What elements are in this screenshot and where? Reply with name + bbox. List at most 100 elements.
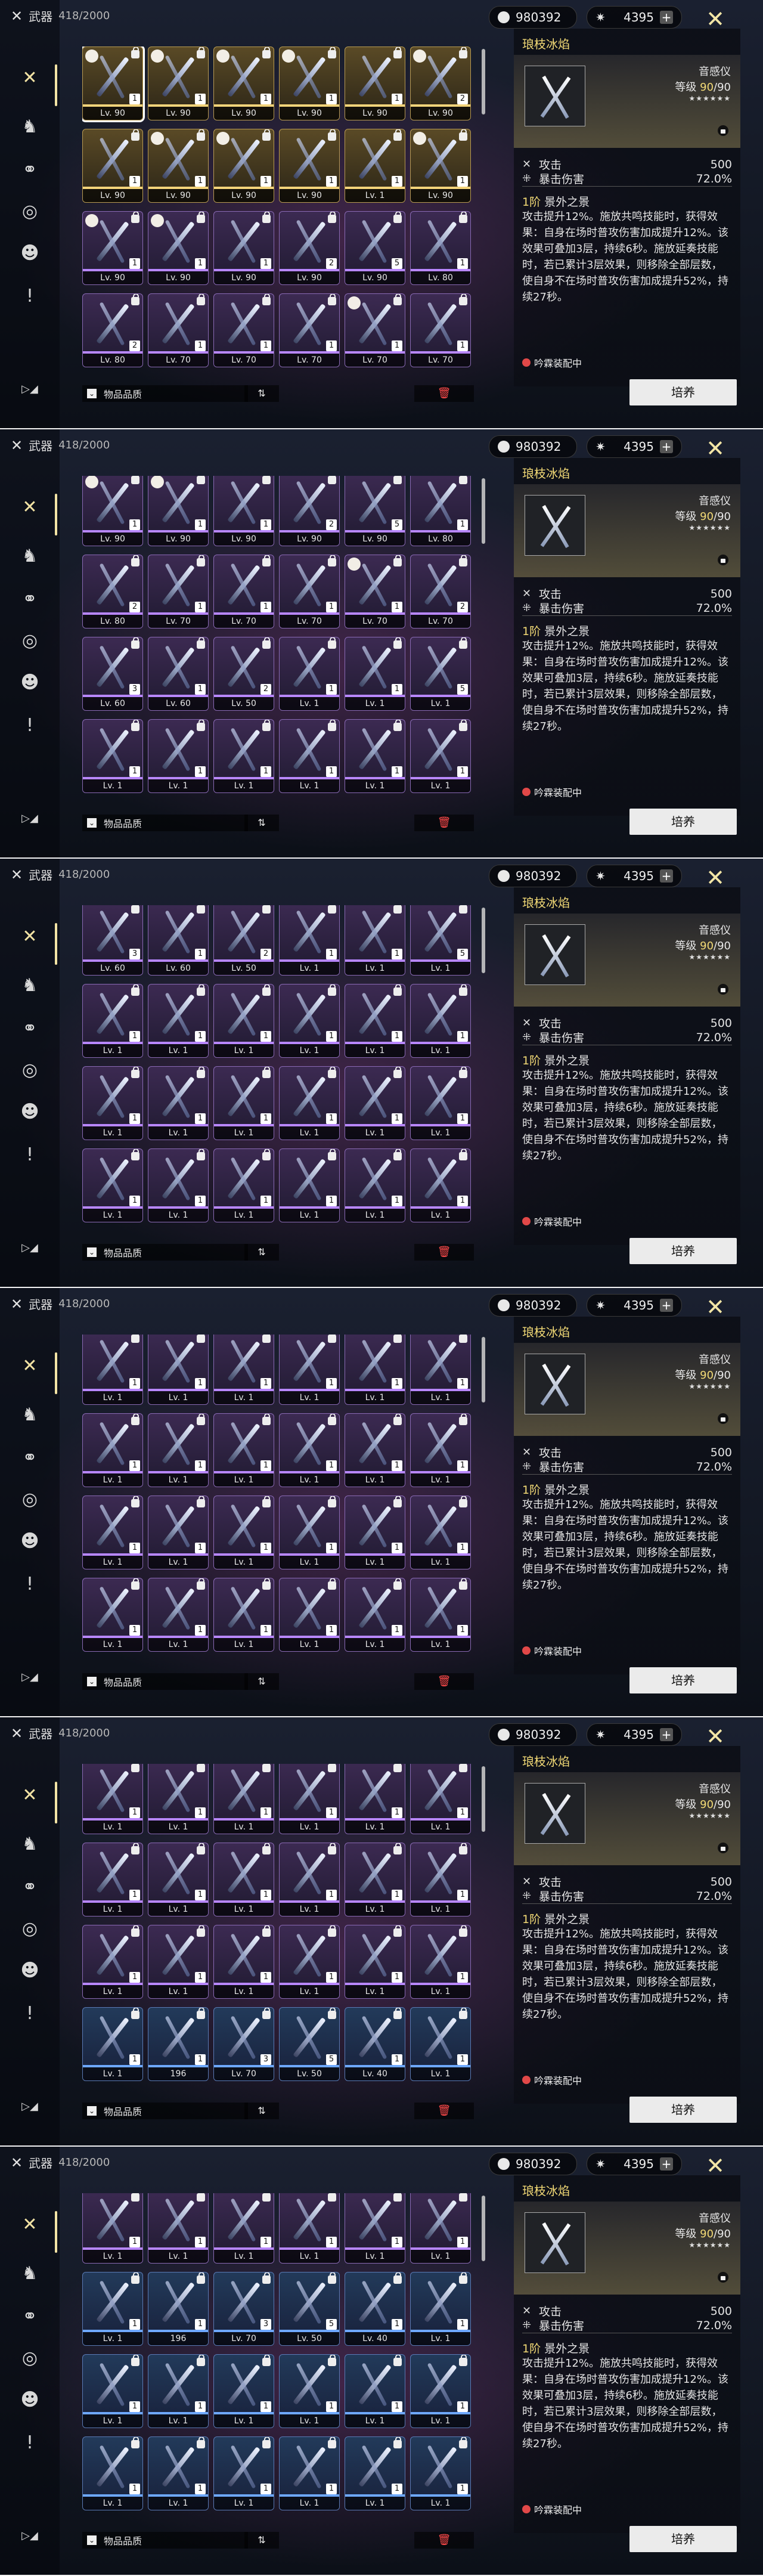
weapon-card[interactable]: 1 Lv. 1	[82, 1764, 143, 1834]
echo-icon[interactable]: ♞	[17, 972, 43, 998]
weapon-card[interactable]: 1 Lv. 1	[345, 719, 405, 793]
weapon-card[interactable]: 1 Lv. 1	[148, 1413, 209, 1487]
weapon-card[interactable]: 1 Lv. 1	[345, 637, 405, 711]
weapon-card[interactable]: 1 Lv. 1	[410, 1335, 471, 1405]
echo-icon[interactable]: ♞	[17, 1831, 43, 1857]
weapon-card[interactable]: 1 Lv. 60	[148, 905, 209, 976]
weapon-card[interactable]: 1 Lv. 1	[82, 1843, 143, 1916]
weapon-card[interactable]: 1 Lv. 90	[148, 476, 209, 546]
weapon-card[interactable]: 1 Lv. 1	[279, 1496, 340, 1569]
add-currency-button[interactable]: +	[660, 1728, 673, 1741]
weapon-card[interactable]: 1 Lv. 1	[410, 1578, 471, 1652]
weapon-card[interactable]: 1 Lv. 1	[148, 2436, 209, 2510]
sort-toggle-button[interactable]: ⇅	[244, 2103, 279, 2119]
lock-toggle-icon[interactable]	[718, 1413, 728, 1424]
weapon-card[interactable]: 1 Lv. 90	[213, 129, 274, 203]
weapon-card[interactable]: 5 Lv. 1	[410, 637, 471, 711]
cultivate-button[interactable]: 培养	[629, 1667, 737, 1693]
scrollbar[interactable]	[482, 478, 485, 544]
weapon-card[interactable]: 1 Lv. 1	[279, 1925, 340, 1999]
add-currency-button[interactable]: +	[660, 2157, 673, 2171]
device-icon[interactable]: ◎	[17, 1486, 43, 1512]
weapon-card[interactable]: 1 Lv. 90	[148, 211, 209, 285]
weapon-card[interactable]: 1 Lv. 1	[345, 1335, 405, 1405]
weapon-card[interactable]: 2 Lv. 50	[213, 905, 274, 976]
weapon-card[interactable]: 1 Lv. 70	[279, 293, 340, 367]
trash-icon[interactable]: 🗑	[414, 2532, 474, 2549]
trash-icon[interactable]: 🗑	[414, 2103, 474, 2119]
weapon-card[interactable]: 1 Lv. 1	[345, 1413, 405, 1487]
add-currency-button[interactable]: +	[660, 11, 673, 24]
weapon-card[interactable]: 1 196	[148, 2272, 209, 2346]
weapon-card[interactable]: 1 Lv. 1	[148, 984, 209, 1058]
chain-icon[interactable]: ⚭	[17, 586, 43, 612]
weapon-card[interactable]: 1 Lv. 1	[345, 2193, 405, 2264]
collapse-arrow-icon[interactable]: ▷◢	[17, 1664, 43, 1690]
weapon-card[interactable]: 1 Lv. 1	[345, 1148, 405, 1222]
close-icon[interactable]: ✕	[703, 1724, 727, 1748]
weapon-card[interactable]: 1 Lv. 1	[148, 1335, 209, 1405]
weapon-card[interactable]: 1 Lv. 1	[82, 984, 143, 1058]
weapon-card[interactable]: 1 Lv. 1	[82, 1496, 143, 1569]
weapon-card[interactable]: 1 Lv. 1	[410, 1148, 471, 1222]
weapon-card[interactable]: 1 Lv. 1	[148, 1925, 209, 1999]
weapon-card[interactable]: 1 Lv. 70	[345, 293, 405, 367]
weapon-card[interactable]: 2 Lv. 80	[82, 293, 143, 367]
sort-toggle-button[interactable]: ⇅	[244, 815, 279, 831]
sort-toggle-button[interactable]: ⇅	[244, 1244, 279, 1261]
close-icon[interactable]: ✕	[703, 436, 727, 460]
weapon-card[interactable]: 1 Lv. 1	[148, 1843, 209, 1916]
weapon-card[interactable]: 1 Lv. 1	[213, 1148, 274, 1222]
weapon-card[interactable]: 1 Lv. 90	[148, 129, 209, 203]
device-icon[interactable]: ◎	[17, 627, 43, 654]
weapon-card[interactable]: 1 Lv. 1	[148, 2354, 209, 2428]
weapon-card[interactable]: 1 Lv. 40	[345, 2007, 405, 2081]
weapon-card[interactable]: 3 Lv. 60	[82, 905, 143, 976]
collapse-arrow-icon[interactable]: ▷◢	[17, 2522, 43, 2549]
weapon-card[interactable]: 1 Lv. 1	[345, 905, 405, 976]
weapon-card[interactable]: 1 Lv. 1	[345, 984, 405, 1058]
weapon-card[interactable]: 1 Lv. 80	[410, 211, 471, 285]
add-currency-button[interactable]: +	[660, 440, 673, 453]
lock-toggle-icon[interactable]	[718, 984, 728, 995]
weapon-card[interactable]: 1 Lv. 90	[82, 211, 143, 285]
scrollbar[interactable]	[482, 908, 485, 973]
weapon-card[interactable]: 1 Lv. 1	[213, 2436, 274, 2510]
weapon-card[interactable]: 1 Lv. 1	[148, 719, 209, 793]
currency-coin[interactable]: 980392	[489, 1723, 577, 1746]
weapon-card[interactable]: 1 Lv. 1	[410, 2436, 471, 2510]
sort-toggle-button[interactable]: ⇅	[244, 2532, 279, 2549]
weapon-icon[interactable]: ✕	[17, 923, 43, 949]
weapon-card[interactable]: 1 Lv. 1	[213, 1335, 274, 1405]
weapon-card[interactable]: 1 Lv. 1	[345, 1066, 405, 1140]
mask-icon[interactable]: ☻	[17, 2386, 43, 2413]
weapon-card[interactable]: 1 Lv. 1	[410, 719, 471, 793]
weapon-card[interactable]: 1 Lv. 90	[279, 129, 340, 203]
weapon-card[interactable]: 1 Lv. 1	[345, 1764, 405, 1834]
weapon-card[interactable]: 1 Lv. 1	[213, 1413, 274, 1487]
quality-filter-dropdown[interactable]: ⌄ 物品品质	[82, 2532, 248, 2549]
weapon-card[interactable]: 2 Lv. 70	[410, 555, 471, 628]
weapon-card[interactable]: 1 Lv. 1	[82, 1578, 143, 1652]
weapon-card[interactable]: 1 Lv. 90	[345, 47, 405, 120]
weapon-card[interactable]: 1 Lv. 1	[148, 2193, 209, 2264]
weapon-card[interactable]: 2 Lv. 90	[279, 476, 340, 546]
add-currency-button[interactable]: +	[660, 869, 673, 883]
weapon-card[interactable]: 1 Lv. 1	[82, 1925, 143, 1999]
weapon-icon[interactable]: ✕	[17, 64, 43, 91]
weapon-card[interactable]: 1 Lv. 1	[279, 984, 340, 1058]
weapon-card[interactable]: 1 Lv. 70	[279, 555, 340, 628]
weapon-card[interactable]: 1 Lv. 1	[279, 1335, 340, 1405]
weapon-card[interactable]: 1 Lv. 90	[148, 47, 209, 120]
weapon-card[interactable]: 2 Lv. 90	[410, 47, 471, 120]
weapon-card[interactable]: 1 Lv. 1	[82, 1148, 143, 1222]
alert-icon[interactable]: !	[17, 1141, 43, 1168]
weapon-card[interactable]: 1 Lv. 1	[82, 1066, 143, 1140]
quality-filter-dropdown[interactable]: ⌄ 物品品质	[82, 815, 248, 831]
add-currency-button[interactable]: +	[660, 1299, 673, 1312]
weapon-card[interactable]: 1 Lv. 1	[410, 1413, 471, 1487]
weapon-card[interactable]: 1 Lv. 1	[213, 1925, 274, 1999]
weapon-card[interactable]: 1 Lv. 1	[345, 1925, 405, 1999]
cultivate-button[interactable]: 培养	[629, 2097, 737, 2123]
quality-filter-dropdown[interactable]: ⌄ 物品品质	[82, 385, 248, 402]
